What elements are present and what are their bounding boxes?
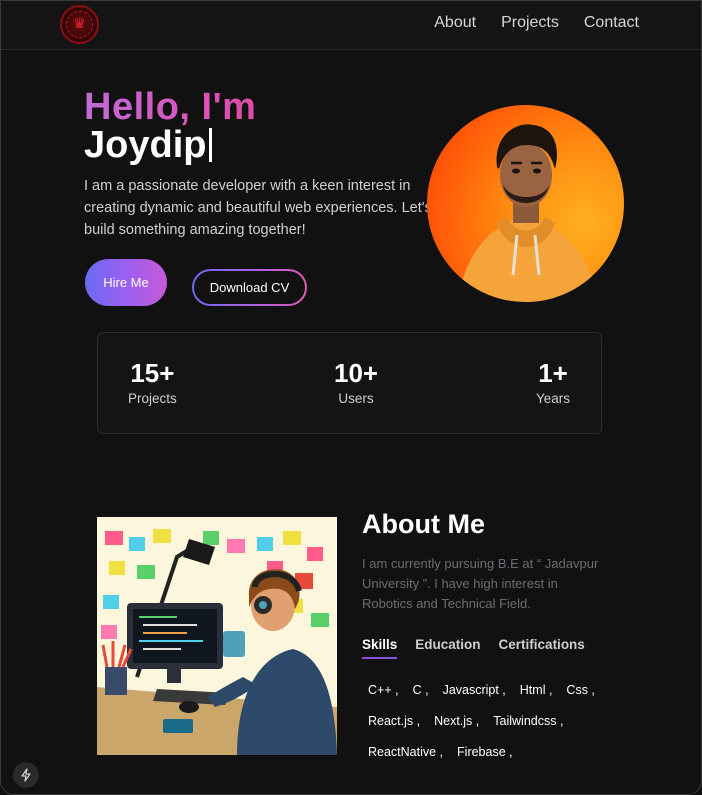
skill-item: React.js , bbox=[368, 714, 421, 728]
about-tabs: Skills Education Certifications bbox=[362, 637, 585, 659]
download-cv-button[interactable]: Download CV bbox=[192, 269, 307, 306]
navbar: ♛ About Projects Contact bbox=[1, 1, 701, 50]
profile-avatar bbox=[427, 105, 624, 302]
about-illustration bbox=[97, 517, 337, 755]
crown-icon: ♛ bbox=[73, 15, 86, 31]
skills-list: C++ , C , Javascript , Html , Css , Reac… bbox=[368, 683, 628, 759]
logo-icon[interactable]: ♛ bbox=[60, 5, 99, 44]
skill-item: Next.js , bbox=[434, 714, 480, 728]
stat-value: 1+ bbox=[538, 358, 568, 388]
stat-label: Years bbox=[536, 391, 571, 406]
tab-education[interactable]: Education bbox=[415, 637, 480, 659]
tab-skills[interactable]: Skills bbox=[362, 637, 398, 659]
hero-name: Joydip bbox=[84, 123, 213, 167]
stat-projects: 15+ Projects bbox=[128, 358, 177, 406]
hero-name-text: Joydip bbox=[84, 124, 207, 166]
stat-value: 10+ bbox=[334, 358, 379, 388]
skill-item: Javascript , bbox=[442, 683, 506, 697]
stat-value: 15+ bbox=[130, 358, 175, 388]
skill-item: Html , bbox=[519, 683, 553, 697]
stat-label: Users bbox=[338, 391, 374, 406]
avatar-illustration bbox=[457, 124, 599, 302]
skill-item: C , bbox=[412, 683, 429, 697]
bolt-icon[interactable] bbox=[13, 762, 39, 788]
nav-link-contact[interactable]: Contact bbox=[584, 14, 639, 32]
developer-illustration bbox=[97, 517, 337, 755]
bolt-glyph bbox=[21, 768, 31, 782]
skill-item: C++ , bbox=[368, 683, 399, 697]
about-text: I am currently pursuing B.E at “ Jadavpu… bbox=[362, 556, 599, 611]
tab-certifications[interactable]: Certifications bbox=[499, 637, 585, 659]
typing-caret bbox=[209, 128, 213, 162]
skill-item: Tailwindcss , bbox=[493, 714, 564, 728]
stat-label: Projects bbox=[128, 391, 177, 406]
skill-item: ReactNative , bbox=[368, 745, 444, 759]
stats-card: 15+ Projects 10+ Users 1+ Years bbox=[97, 332, 602, 434]
app-window: ♛ About Projects Contact Hello, I'm Joyd… bbox=[0, 0, 702, 795]
about-title: About Me bbox=[362, 509, 485, 539]
skill-item: Firebase , bbox=[457, 745, 513, 759]
stat-users: 10+ Users bbox=[334, 358, 378, 406]
download-cv-label: Download CV bbox=[194, 271, 305, 304]
nav-links: About Projects Contact bbox=[434, 14, 639, 32]
hire-me-button[interactable]: Hire Me bbox=[85, 259, 167, 306]
stat-years: 1+ Years bbox=[536, 358, 570, 406]
hero-intro: I am a passionate developer with a keen … bbox=[84, 178, 432, 238]
nav-link-about[interactable]: About bbox=[434, 14, 476, 32]
nav-link-projects[interactable]: Projects bbox=[501, 14, 559, 32]
skill-item: Css , bbox=[566, 683, 595, 697]
